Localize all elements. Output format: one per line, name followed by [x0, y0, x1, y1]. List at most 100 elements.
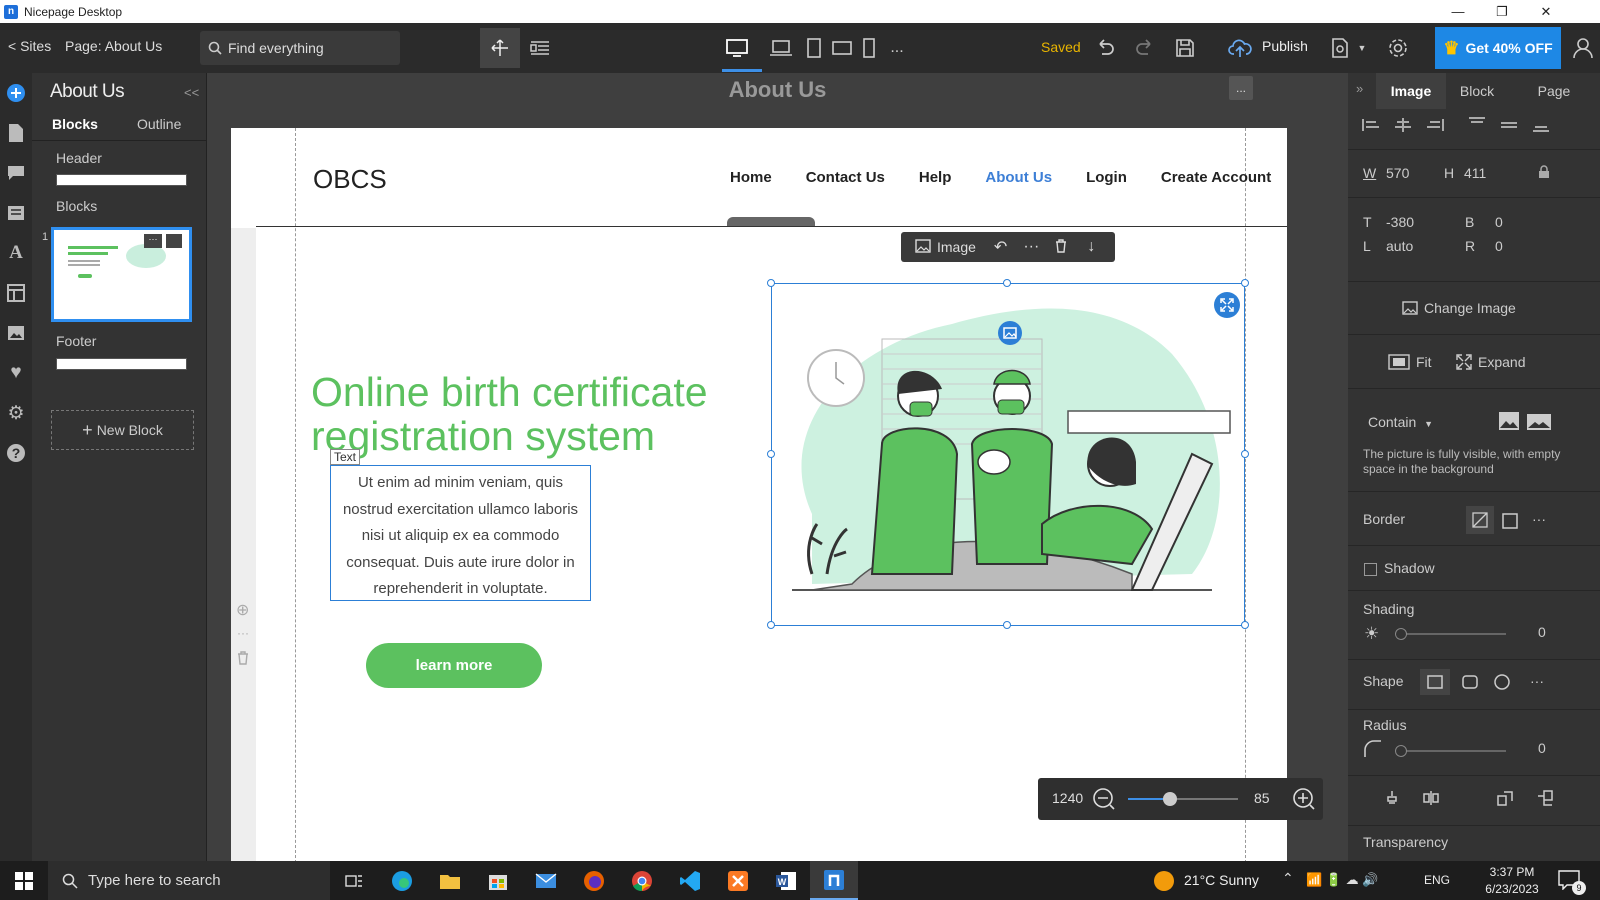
publish-button[interactable]: Publish	[1262, 38, 1308, 54]
flip-icon[interactable]	[1422, 790, 1440, 806]
add-icon[interactable]	[0, 73, 32, 113]
image-size-small-icon[interactable]	[1498, 411, 1520, 434]
image-more-icon[interactable]: ···	[1023, 238, 1039, 256]
tab-blocks[interactable]: Blocks	[52, 116, 98, 132]
body-text[interactable]: Ut enim ad minim veniam, quis nostrud ex…	[330, 465, 591, 601]
tablet-view-icon[interactable]	[800, 23, 828, 73]
bottom-value[interactable]: 0	[1495, 214, 1503, 230]
nav-about-us[interactable]: About Us	[985, 169, 1052, 186]
word-icon[interactable]: W	[762, 861, 810, 900]
sites-link[interactable]: < Sites	[8, 38, 51, 54]
comments-icon[interactable]	[0, 153, 32, 193]
footer-thumbnail[interactable]	[56, 358, 187, 370]
minimize-button[interactable]: —	[1436, 0, 1480, 23]
shadow-checkbox[interactable]	[1364, 563, 1377, 576]
nicepage-taskbar-icon[interactable]	[810, 861, 858, 900]
maximize-button[interactable]: ❐	[1480, 0, 1524, 23]
resize-handle-sw[interactable]	[767, 621, 775, 629]
image-size-wide-icon[interactable]	[1526, 413, 1552, 434]
new-block-button[interactable]: + New Block	[51, 410, 194, 450]
resize-handle-n[interactable]	[1003, 279, 1011, 287]
edge-browser-icon[interactable]	[378, 861, 426, 900]
layout-icon[interactable]	[0, 273, 32, 313]
xampp-icon[interactable]	[714, 861, 762, 900]
close-button[interactable]: ✕	[1524, 0, 1568, 23]
site-logo[interactable]: OBCS	[313, 164, 387, 195]
page-selector[interactable]: Page: About Us	[65, 38, 162, 54]
thumbnail-more-icon[interactable]: ···	[144, 234, 162, 248]
images-icon[interactable]	[0, 313, 32, 353]
border-solid-icon[interactable]	[1502, 513, 1518, 532]
fullscreen-expand-icon[interactable]	[1214, 292, 1240, 318]
move-tool-icon[interactable]	[480, 28, 520, 68]
resize-handle-e[interactable]	[1241, 450, 1249, 458]
expand-panel-icon[interactable]: »	[1356, 81, 1363, 96]
image-delete-icon[interactable]	[1055, 238, 1067, 256]
shape-rounded-icon[interactable]	[1462, 675, 1478, 692]
save-icon[interactable]	[1170, 23, 1200, 73]
move-down-icon[interactable]: ↓	[1087, 238, 1095, 256]
blog-icon[interactable]	[0, 193, 32, 233]
vscode-icon[interactable]	[666, 861, 714, 900]
top-value[interactable]: -380	[1386, 214, 1414, 230]
language-indicator[interactable]: ENG	[1424, 873, 1450, 887]
align-center-icon[interactable]	[1394, 117, 1412, 133]
redo-icon[interactable]	[1130, 23, 1160, 73]
preview-dropdown-icon[interactable]: ▼	[1355, 23, 1369, 73]
taskbar-search-input[interactable]: Type here to search	[88, 872, 221, 889]
align-left-icon[interactable]	[1362, 117, 1380, 133]
search-input[interactable]: Find everything	[228, 40, 324, 56]
layer-up-icon[interactable]	[1496, 790, 1514, 806]
shading-value[interactable]: 0	[1538, 624, 1546, 640]
more-devices-icon[interactable]: ...	[884, 23, 910, 73]
image-type-label[interactable]: Image	[937, 239, 976, 255]
zoom-out-icon[interactable]	[1092, 787, 1116, 814]
file-explorer-icon[interactable]	[426, 861, 474, 900]
resize-handle-w[interactable]	[767, 450, 775, 458]
border-none-icon[interactable]	[1466, 506, 1494, 534]
microsoft-store-icon[interactable]	[474, 861, 522, 900]
expand-button[interactable]: Expand	[1456, 354, 1525, 370]
collapse-panel-icon[interactable]: <<	[184, 85, 199, 100]
width-value[interactable]: 570	[1386, 165, 1409, 181]
favorites-heart-icon[interactable]: ♥	[0, 353, 32, 393]
nav-login[interactable]: Login	[1086, 169, 1127, 186]
shape-square-icon[interactable]	[1420, 669, 1450, 695]
nav-create-account[interactable]: Create Account	[1161, 169, 1271, 186]
left-value[interactable]: auto	[1386, 238, 1413, 254]
height-value[interactable]: 411	[1464, 165, 1486, 181]
thumbnail-delete-icon[interactable]	[166, 234, 182, 248]
typography-icon[interactable]: A	[0, 233, 32, 273]
zoom-in-icon[interactable]	[1292, 787, 1316, 814]
shading-slider[interactable]	[1395, 628, 1506, 640]
zoom-slider-thumb[interactable]	[1162, 792, 1177, 806]
resize-handle-s[interactable]	[1003, 621, 1011, 629]
undo-icon[interactable]	[1090, 23, 1120, 73]
weather-text[interactable]: 21°C Sunny	[1184, 872, 1259, 888]
clock-time[interactable]: 3:37 PM	[1472, 865, 1552, 879]
resize-handle-ne[interactable]	[1241, 279, 1249, 287]
tray-chevron-up-icon[interactable]: ⌃	[1282, 870, 1294, 887]
nav-help[interactable]: Help	[919, 169, 952, 186]
contain-dropdown[interactable]: Contain ▼	[1368, 414, 1433, 430]
chrome-icon[interactable]	[618, 861, 666, 900]
preview-icon[interactable]	[1325, 23, 1355, 73]
clock-date[interactable]: 6/23/2023	[1472, 882, 1552, 896]
section-delete-icon[interactable]	[237, 651, 249, 668]
windows-start-icon[interactable]	[0, 861, 48, 900]
page-more-button[interactable]: ...	[1229, 76, 1253, 100]
nav-contact-us[interactable]: Contact Us	[806, 169, 885, 186]
desktop-view-icon[interactable]	[720, 23, 754, 73]
section-more-icon[interactable]: ···	[237, 626, 249, 640]
resize-handle-se[interactable]	[1241, 621, 1249, 629]
hero-heading[interactable]: Online birth certificate registration sy…	[311, 370, 731, 458]
tab-block[interactable]: Block	[1448, 73, 1506, 109]
block-thumbnail[interactable]: ···	[51, 227, 192, 322]
tray-icons[interactable]: 📶 🔋 ☁ 🔊	[1306, 872, 1378, 888]
settings-gear-icon[interactable]	[1380, 23, 1416, 73]
align-right-icon[interactable]	[1426, 117, 1444, 133]
promo-button[interactable]: ♛ Get 40% OFF	[1435, 27, 1561, 69]
mail-icon[interactable]	[522, 861, 570, 900]
tab-image[interactable]: Image	[1376, 73, 1446, 109]
lock-icon[interactable]	[1538, 165, 1550, 182]
